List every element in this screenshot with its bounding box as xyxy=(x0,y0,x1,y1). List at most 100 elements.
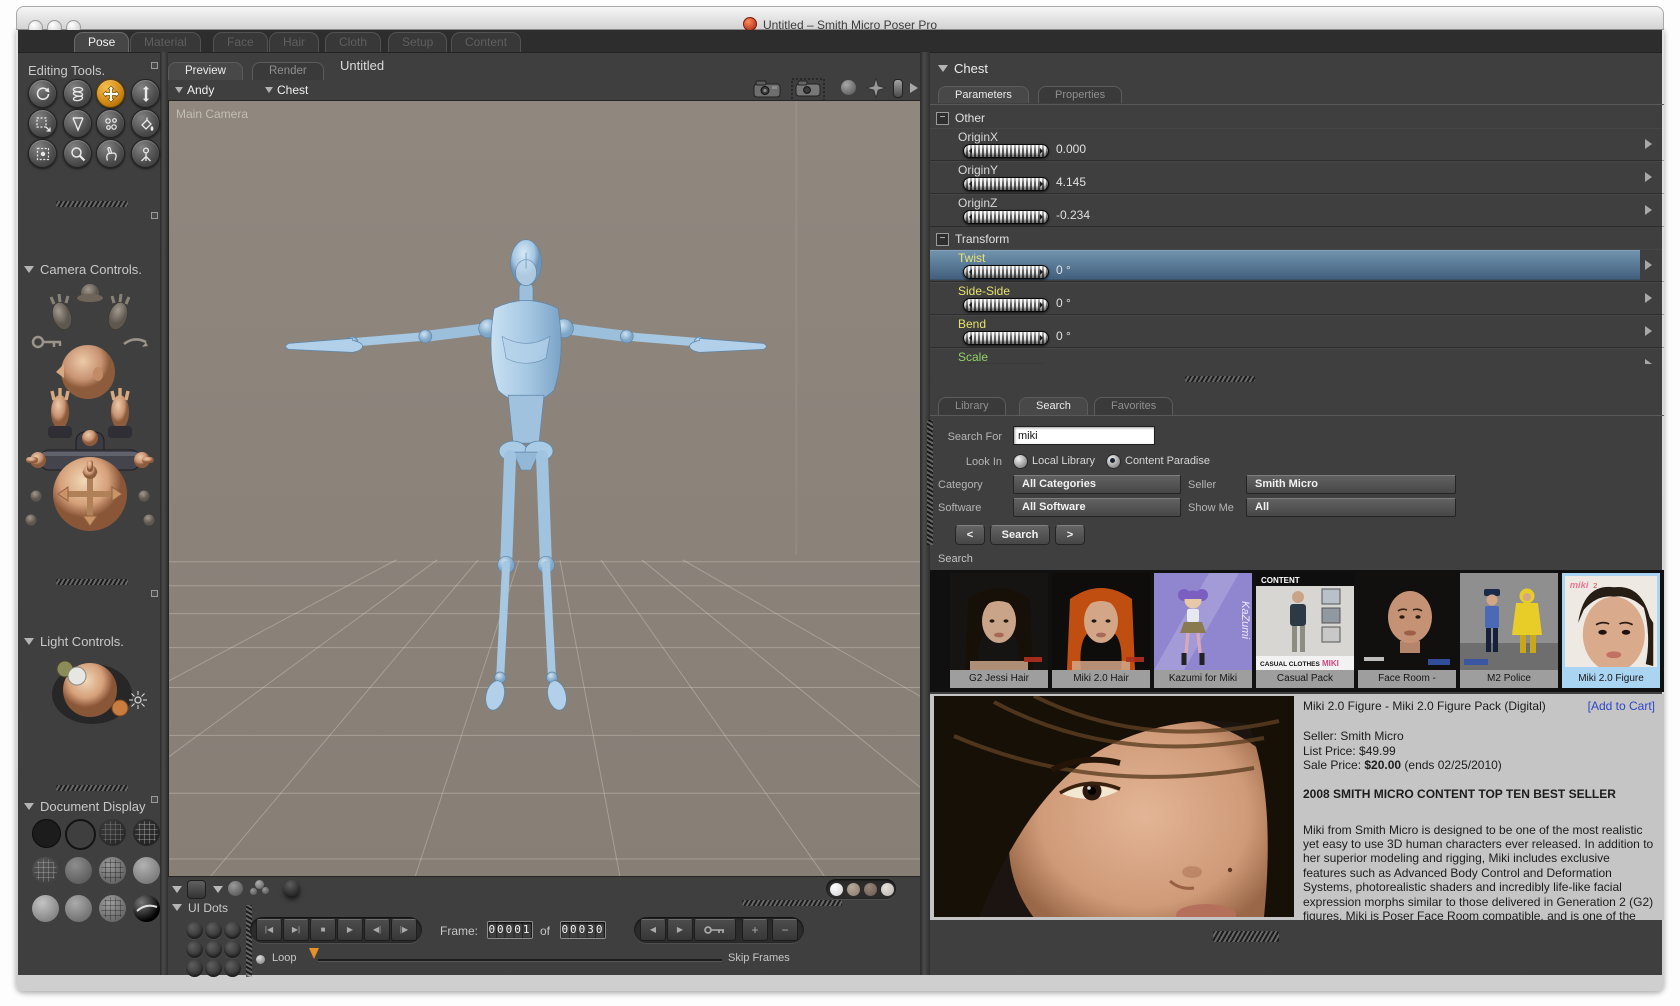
param-row-originz[interactable]: OriginZ -0.234 xyxy=(930,194,1664,227)
smooth-shaded-display-icon[interactable] xyxy=(32,895,59,922)
tracking-dot-icon[interactable] xyxy=(881,882,894,896)
main-camera-viewport[interactable] xyxy=(168,100,922,877)
result-thumbnail[interactable]: Miki 2.0 Hair xyxy=(1052,573,1150,688)
result-thumbnail[interactable]: CONTENT CASUAL CLOTHES MIKI Casual Pack xyxy=(1256,573,1354,688)
shadow-ball-icon[interactable] xyxy=(284,880,300,896)
figure-menu-triangle-icon[interactable] xyxy=(175,87,183,97)
parameters-actor-title[interactable]: Chest xyxy=(954,61,988,76)
edit-keyframes-button[interactable] xyxy=(694,919,736,941)
param-menu-arrow-icon[interactable] xyxy=(1645,359,1657,364)
section-drag-handle-icon[interactable] xyxy=(56,579,128,585)
translate-star-icon[interactable] xyxy=(866,78,886,98)
figure-selector[interactable]: Andy xyxy=(187,83,214,97)
software-dropdown[interactable]: All Software xyxy=(1013,498,1181,517)
section-drag-handle-icon[interactable] xyxy=(56,201,128,207)
result-thumbnail[interactable]: M2 Police xyxy=(1460,573,1558,688)
taper-tool-icon[interactable] xyxy=(63,109,92,138)
view-magnifier-tool-icon[interactable] xyxy=(63,139,92,168)
ui-dot[interactable] xyxy=(186,922,203,939)
section-drag-handle-icon[interactable] xyxy=(56,785,128,791)
light-ball-icon[interactable] xyxy=(841,80,856,95)
previous-page-button[interactable]: < xyxy=(955,525,985,545)
param-menu-arrow-icon[interactable] xyxy=(1645,139,1657,149)
rotate-tool-icon[interactable] xyxy=(28,79,57,108)
param-dial[interactable] xyxy=(963,298,1049,312)
play-button[interactable]: ▶ xyxy=(337,919,363,941)
lit-wireframe-display-icon[interactable] xyxy=(32,857,59,884)
playhead-marker[interactable] xyxy=(309,948,319,964)
sun-icon[interactable] xyxy=(128,690,148,710)
show-me-dropdown[interactable]: All xyxy=(1246,498,1456,517)
grouping-tool-tool-icon[interactable] xyxy=(28,139,57,168)
collapse-triangle-icon[interactable] xyxy=(24,266,34,278)
last-frame-button[interactable]: ▶| xyxy=(283,919,309,941)
ui-dot[interactable] xyxy=(224,960,241,977)
room-tab-content[interactable]: Content xyxy=(451,32,522,52)
param-menu-arrow-icon[interactable] xyxy=(1645,172,1657,182)
next-keyframe-button[interactable]: ▶ xyxy=(667,919,693,941)
current-frame-counter[interactable]: 00001 xyxy=(487,921,533,939)
panel-widget-icon[interactable] xyxy=(151,590,158,597)
outline-display-icon[interactable] xyxy=(65,819,96,850)
ui-dot[interactable] xyxy=(224,922,241,939)
tab-parameters[interactable]: Parameters xyxy=(938,86,1029,103)
param-row-scale[interactable]: Scale 100 % xyxy=(930,348,1664,364)
color-tool-icon[interactable] xyxy=(131,109,160,138)
step-forward-button[interactable]: |▶ xyxy=(391,919,417,941)
ui-dot[interactable] xyxy=(205,922,222,939)
style-menu-triangle-icon[interactable] xyxy=(172,886,182,898)
figure-andy[interactable] xyxy=(285,239,767,712)
param-menu-arrow-icon[interactable] xyxy=(1645,260,1657,270)
result-thumbnail[interactable]: Face Room - xyxy=(1358,573,1456,688)
delete-keyframe-button[interactable]: − xyxy=(772,919,798,941)
tracking-ball-icon[interactable] xyxy=(228,881,243,896)
section-drag-handle-icon[interactable] xyxy=(1185,376,1255,382)
sketch-shaded-display-icon[interactable] xyxy=(133,895,160,922)
ui-dot[interactable] xyxy=(205,941,222,958)
smooth-lined-display-icon[interactable] xyxy=(65,895,92,922)
first-frame-button[interactable]: |◀ xyxy=(256,919,282,941)
loop-radio[interactable] xyxy=(256,955,265,964)
room-tab-material[interactable]: Material xyxy=(130,32,201,52)
param-row-originx[interactable]: OriginX 0.000 xyxy=(930,128,1664,161)
translate-in-out-tool-icon[interactable] xyxy=(131,79,160,108)
ui-dot[interactable] xyxy=(186,941,203,958)
room-tab-face[interactable]: Face xyxy=(213,32,268,52)
sidebar-divider[interactable] xyxy=(160,52,168,975)
param-dial[interactable] xyxy=(963,144,1049,158)
library-tab-library[interactable]: Library xyxy=(938,397,1006,415)
param-row-originy[interactable]: OriginY 4.145 xyxy=(930,161,1664,194)
texture-shaded-display-icon[interactable] xyxy=(99,895,126,922)
wireframe-display-icon[interactable] xyxy=(99,819,126,846)
room-tab-hair[interactable]: Hair xyxy=(269,32,320,52)
result-thumbnail[interactable]: G2 Jessi Hair xyxy=(950,573,1048,688)
search-button[interactable]: Search xyxy=(990,525,1050,545)
collapse-box-icon[interactable]: − xyxy=(936,112,949,125)
tab-properties[interactable]: Properties xyxy=(1038,86,1123,103)
scale-tool-icon[interactable] xyxy=(28,109,57,138)
translate-pull-tool-icon[interactable] xyxy=(96,79,125,108)
param-dial[interactable] xyxy=(963,331,1049,345)
param-dial[interactable] xyxy=(963,210,1049,224)
room-tab-pose[interactable]: Pose xyxy=(74,32,130,52)
morphing-tool-tool-icon[interactable] xyxy=(96,109,125,138)
flat-shaded-display-icon[interactable] xyxy=(65,857,92,884)
panel-widget-icon[interactable] xyxy=(151,62,158,69)
flat-lined-display-icon[interactable] xyxy=(99,857,126,884)
previous-keyframe-button[interactable]: ◀ xyxy=(640,919,666,941)
room-tab-cloth[interactable]: Cloth xyxy=(325,32,382,52)
cartoon-display-icon[interactable] xyxy=(133,857,160,884)
tab-preview[interactable]: Preview xyxy=(168,62,243,80)
ui-dot[interactable] xyxy=(205,960,222,977)
tracking-dot-icon[interactable] xyxy=(830,882,843,896)
tab-render[interactable]: Render xyxy=(252,62,324,80)
param-dial[interactable] xyxy=(963,265,1049,279)
multi-ball-icon[interactable] xyxy=(262,887,269,894)
ui-dot[interactable] xyxy=(224,941,241,958)
direct-manipulation-tool-icon[interactable] xyxy=(96,139,125,168)
twist-tool-icon[interactable] xyxy=(63,79,92,108)
actor-selector[interactable]: Chest xyxy=(277,83,308,97)
add-to-cart-link[interactable]: [Add to Cart] xyxy=(1588,699,1655,713)
tracking-dot-icon[interactable] xyxy=(864,882,877,896)
param-menu-arrow-icon[interactable] xyxy=(1645,293,1657,303)
